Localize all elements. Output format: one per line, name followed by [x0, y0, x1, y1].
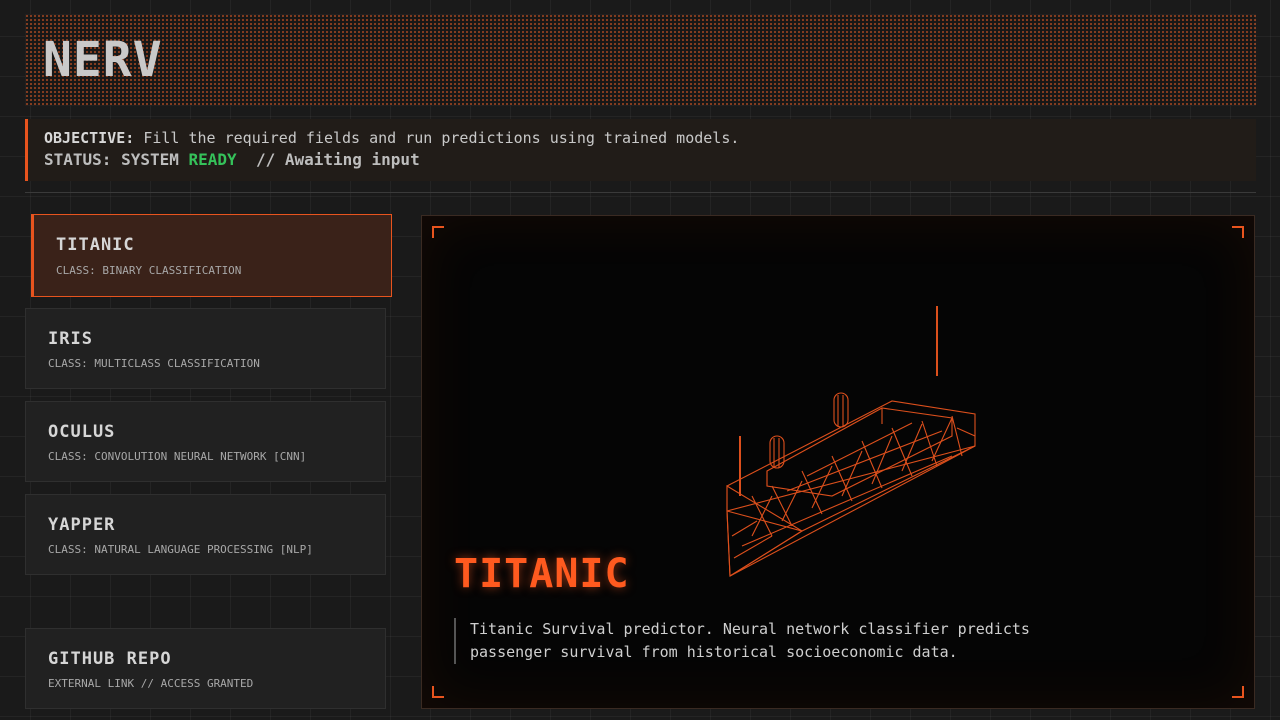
- model-class: CLASS: NATURAL LANGUAGE PROCESSING [NLP]: [48, 543, 313, 556]
- model-name: YAPPER: [48, 515, 116, 535]
- github-name: GITHUB REPO: [48, 649, 172, 669]
- model-name: IRIS: [48, 329, 93, 349]
- corner-bracket: [1232, 686, 1244, 698]
- model-class: CLASS: MULTICLASS CLASSIFICATION: [48, 357, 260, 370]
- corner-bracket: [1232, 226, 1244, 238]
- viewer-description: Titanic Survival predictor. Neural netwo…: [454, 618, 1110, 664]
- status-suffix: // Awaiting input: [255, 150, 420, 169]
- viewer-title: TITANIC: [454, 551, 630, 597]
- status-line: STATUS: SYSTEM READY // Awaiting input: [44, 150, 420, 169]
- objective-label: OBJECTIVE:: [44, 129, 135, 147]
- divider: [25, 192, 1256, 193]
- status-badge: READY: [188, 150, 237, 169]
- app-logo: NERV: [43, 32, 163, 88]
- status-prefix: STATUS: SYSTEM: [44, 150, 179, 169]
- model-card-iris[interactable]: IRIS CLASS: MULTICLASS CLASSIFICATION: [25, 308, 386, 389]
- github-repo-link[interactable]: GITHUB REPO EXTERNAL LINK // ACCESS GRAN…: [25, 628, 386, 709]
- model-card-oculus[interactable]: OCULUS CLASS: CONVOLUTION NEURAL NETWORK…: [25, 401, 386, 482]
- objective-panel: OBJECTIVE: Fill the required fields and …: [25, 119, 1256, 181]
- header-banner: NERV: [25, 14, 1256, 106]
- model-name: TITANIC: [56, 235, 135, 255]
- model-class: CLASS: BINARY CLASSIFICATION: [56, 264, 242, 277]
- objective-text: Fill the required fields and run predict…: [143, 129, 740, 147]
- corner-bracket: [432, 226, 444, 238]
- objective-line: OBJECTIVE: Fill the required fields and …: [44, 129, 739, 147]
- model-name: OCULUS: [48, 422, 116, 442]
- model-card-titanic[interactable]: TITANIC CLASS: BINARY CLASSIFICATION: [31, 214, 392, 297]
- model-card-yapper[interactable]: YAPPER CLASS: NATURAL LANGUAGE PROCESSIN…: [25, 494, 386, 575]
- ship-wireframe-icon: [726, 306, 976, 577]
- github-class: EXTERNAL LINK // ACCESS GRANTED: [48, 677, 254, 690]
- model-class: CLASS: CONVOLUTION NEURAL NETWORK [CNN]: [48, 450, 307, 463]
- model-viewer: TITANIC Titanic Survival predictor. Neur…: [421, 215, 1255, 709]
- corner-bracket: [432, 686, 444, 698]
